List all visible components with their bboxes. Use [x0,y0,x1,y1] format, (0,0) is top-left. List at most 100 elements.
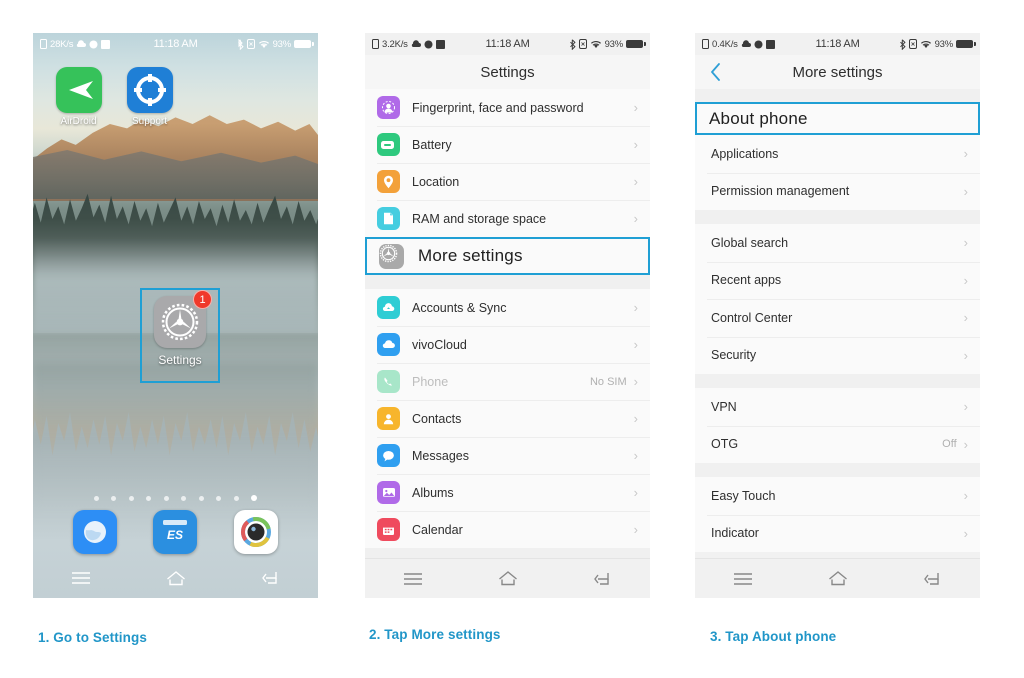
settings-row-label: More settings [418,246,523,265]
battery-icon [956,40,976,48]
chevron-right-icon: › [633,411,638,426]
chevron-right-icon: › [633,448,638,463]
tutorial-screenshot-stage: 28K/s 11:18 AM 93% AirDroid Support 1 Se… [0,0,1024,678]
phone-2-settings-screen: 3.2K/s 11:18 AM 93% Settings Fingerprint… [365,33,650,598]
settings-row-easy-touch[interactable]: Easy Touch › [695,477,980,515]
settings-row-albums[interactable]: Albums › [365,474,650,511]
fingerprint-icon [377,96,400,119]
battery-percent-label: 93% [934,38,954,50]
settings-row-global-search[interactable]: Global search › [695,224,980,262]
settings-row-security[interactable]: Security › [695,336,980,374]
home-icon[interactable] [156,567,196,589]
more-settings-group-1: Applications › Permission management › [695,135,980,210]
settings-row-label: OTG [711,437,739,452]
settings-row-otg[interactable]: OTG Off › [695,425,980,463]
settings-row-label: Applications [711,146,779,161]
settings-row-label: RAM and storage space [412,211,547,226]
settings-row-ram-storage[interactable]: RAM and storage space › [365,200,650,237]
page-dot [163,496,169,501]
settings-row-more-settings-highlighted[interactable]: More settings [365,237,650,275]
chevron-right-icon: › [633,137,638,152]
app-airdroid[interactable]: AirDroid [43,67,114,127]
app-settings[interactable]: 1 Settings [140,288,220,383]
page-dot [111,496,117,501]
chevron-right-icon: › [633,522,638,537]
page-dot-active [251,495,258,501]
notification-badge: 1 [193,290,212,309]
settings-row-recent-apps[interactable]: Recent apps › [695,261,980,299]
browser-icon[interactable] [73,510,118,554]
settings-row-label: Indicator [711,526,759,541]
settings-row-phone[interactable]: Phone No SIM › [365,363,650,400]
page-title: Settings [480,63,535,81]
battery-percent-label: 93% [272,38,292,50]
chevron-right-icon: › [633,337,638,352]
app-label: AirDroid [60,116,97,127]
status-bar-left: 28K/s [40,39,111,50]
settings-row-vivocloud[interactable]: vivoCloud › [365,326,650,363]
settings-row-vpn[interactable]: VPN › [695,388,980,426]
settings-row-value: Off [942,438,957,451]
bluetooth-icon [899,38,906,50]
home-icon[interactable] [488,568,528,590]
calendar-icon [377,518,400,541]
settings-list[interactable]: Fingerprint, face and password › Battery… [365,89,650,562]
phone-3-more-settings-screen: 0.4K/s 11:18 AM 93% More settings About … [695,33,980,598]
menu-icon[interactable] [723,568,763,590]
settings-row-about-phone-highlighted[interactable]: About phone [695,102,980,135]
settings-gear-icon: 1 [154,290,212,348]
settings-row-accounts-sync[interactable]: Accounts & Sync › [365,289,650,326]
menu-icon[interactable] [61,567,101,589]
settings-row-messages[interactable]: Messages › [365,437,650,474]
title-bar: Settings [365,55,650,89]
app-row-1: AirDroid Support [33,67,318,127]
back-icon[interactable] [583,568,623,590]
settings-row-value: No SIM [589,375,627,388]
home-icon[interactable] [818,568,858,590]
status-bar-left: 0.4K/s [702,39,775,50]
settings-row-label: Control Center [711,310,793,325]
settings-row-location[interactable]: Location › [365,163,650,200]
group-separator [695,374,980,388]
back-icon[interactable] [251,567,291,589]
sim-card-icon [40,39,47,49]
storage-icon [377,207,400,230]
settings-row-label: Calendar [412,522,463,537]
wifi-icon [258,40,270,49]
settings-row-label: Fingerprint, face and password [412,100,584,115]
settings-row-contacts[interactable]: Contacts › [365,400,650,437]
more-settings-group-4: Easy Touch › Indicator › [695,477,980,552]
settings-row-applications[interactable]: Applications › [695,135,980,173]
settings-row-label: Messages [412,448,469,463]
sim-card-icon [372,39,379,49]
settings-row-label: Easy Touch [711,488,776,503]
app-support[interactable]: Support [114,67,185,127]
svg-text:ES: ES [167,528,183,542]
settings-row-indicator[interactable]: Indicator › [695,514,980,552]
more-settings-list[interactable]: About phone Applications › Permission ma… [695,89,980,562]
camera-icon[interactable] [233,510,278,554]
menu-icon[interactable] [393,568,433,590]
settings-row-permission-management[interactable]: Permission management › [695,172,980,210]
chevron-left-icon[interactable] [705,62,725,82]
back-icon[interactable] [913,568,953,590]
page-dot [233,496,239,501]
chevron-right-icon: › [963,235,968,251]
settings-row-label: Recent apps [711,273,782,288]
es-file-explorer-icon[interactable]: ES [153,510,198,554]
settings-row-calendar[interactable]: Calendar › [365,511,650,548]
albums-icon [377,481,400,504]
navigation-bar [365,558,650,598]
app-label: Support [131,116,168,127]
cloud-icon [411,39,421,49]
settings-row-fingerprint[interactable]: Fingerprint, face and password › [365,89,650,126]
settings-app: 3.2K/s 11:18 AM 93% Settings Fingerprint… [365,33,650,598]
settings-row-control-center[interactable]: Control Center › [695,299,980,337]
alarm-icon [246,39,255,49]
messages-icon [377,444,400,467]
settings-row-battery[interactable]: Battery › [365,126,650,163]
phone-1-home-screen: 28K/s 11:18 AM 93% AirDroid Support 1 Se… [33,33,318,598]
title-bar: More settings [695,55,980,89]
chevron-right-icon: › [963,183,968,199]
sim-card-icon [702,39,709,49]
